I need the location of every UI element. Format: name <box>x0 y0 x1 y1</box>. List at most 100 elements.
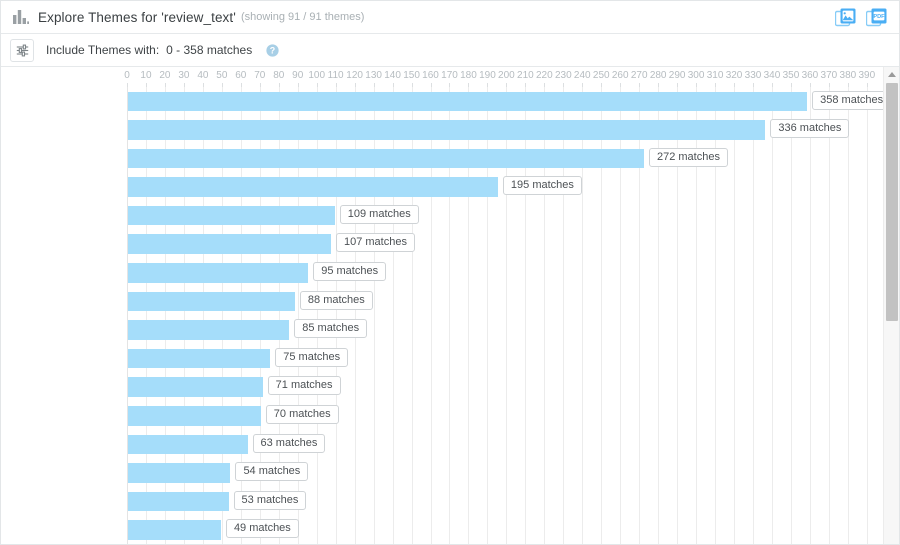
bar-value-label: 63 matches <box>252 433 326 453</box>
x-axis-tick-label: 200 <box>498 70 515 81</box>
bar[interactable] <box>128 434 248 455</box>
bar-row[interactable]: dirty facilities53 matches <box>1 487 885 516</box>
bar[interactable] <box>128 491 229 512</box>
x-axis-tick-label: 330 <box>744 70 762 81</box>
x-axis-tick-label: 350 <box>782 70 800 81</box>
bar-value-label: 85 matches <box>294 319 368 339</box>
x-axis-tick-label: 20 <box>159 70 171 81</box>
bar-value-label: 75 matches <box>275 347 349 367</box>
bar[interactable] <box>128 91 808 111</box>
bar-rows: excellent food358 matchesservice336 matc… <box>1 87 892 544</box>
svg-text:?: ? <box>270 45 275 55</box>
bar-row[interactable]: reliable service71 matches <box>1 373 885 402</box>
explore-themes-panel: Explore Themes for 'review_text' (showin… <box>0 0 900 545</box>
chart-area: 0 10 20 30 40 50 60 70 80 90 100 110 120 130 140 150 160… <box>1 67 899 544</box>
export-button-group: PDF <box>835 7 891 28</box>
bar-row[interactable]: casual decor49 matches <box>1 516 885 544</box>
x-axis: 0 10 20 30 40 50 60 70 80 90 100 110 120 130 140 150 160… <box>1 67 885 88</box>
bar[interactable] <box>128 177 498 197</box>
x-axis-tick-label: 260 <box>611 70 629 81</box>
scroll-thumb[interactable] <box>886 83 898 321</box>
bar-row[interactable]: service336 matches <box>1 116 885 145</box>
bar-row[interactable]: chips63 matches <box>1 430 885 459</box>
bar-value-label: 71 matches <box>267 376 341 396</box>
bar-value-label: 358 matches <box>812 90 892 110</box>
x-axis-tick-label: 220 <box>535 70 553 81</box>
x-axis-tick-label: 380 <box>839 70 857 81</box>
bar[interactable] <box>128 320 290 340</box>
bar-row[interactable]: good selection of wine70 matches <box>1 402 885 431</box>
x-axis-tick-label: 170 <box>441 70 458 81</box>
bar[interactable] <box>128 234 331 254</box>
bar-value-label: 95 matches <box>313 262 387 282</box>
x-axis-tick-label: 230 <box>554 70 572 81</box>
sliders-filter-glyph <box>16 44 28 56</box>
x-axis-tick-label: 280 <box>649 70 667 81</box>
bar[interactable] <box>128 348 271 369</box>
bar-row[interactable]: seating85 matches <box>1 316 885 345</box>
bar-row[interactable]: extensive menu88 matches <box>1 287 885 316</box>
help-question-icon[interactable]: ? <box>266 43 279 57</box>
x-axis-tick-label: 370 <box>820 70 838 81</box>
export-pdf-icon[interactable]: PDF <box>866 7 887 28</box>
filter-range-value[interactable]: 0 - 358 matches <box>166 43 252 57</box>
bar-row[interactable]: pleasure272 matches <box>1 144 885 173</box>
x-axis-tick-label: 0 <box>124 70 130 81</box>
bar-row[interactable]: clever combinations54 matches <box>1 459 885 488</box>
scroll-up-caret <box>887 71 896 77</box>
bar[interactable] <box>128 205 335 226</box>
x-axis-tick-label: 190 <box>479 70 496 81</box>
x-axis-tick-label: 310 <box>706 70 724 81</box>
bar[interactable] <box>128 120 766 140</box>
x-axis-tick-label: 340 <box>763 70 781 81</box>
page-title-subtitle: (showing 91 / 91 themes) <box>240 11 365 23</box>
bar[interactable] <box>128 263 309 283</box>
x-axis-tick-label: 30 <box>178 70 190 81</box>
bar[interactable] <box>128 520 221 540</box>
x-axis-tick-label: 90 <box>292 70 304 81</box>
bar[interactable] <box>128 406 261 426</box>
plot-area: excellent food358 matchesservice336 matc… <box>1 87 892 544</box>
x-axis-tick-label: 70 <box>254 70 266 81</box>
x-axis-tick-label: 10 <box>140 70 152 81</box>
bar-row[interactable]: atmosphere195 matches <box>1 173 885 202</box>
x-axis-tick-label: 100 <box>308 70 326 81</box>
bar-row[interactable]: inconsistent quality107 matches <box>1 230 885 259</box>
export-image-icon[interactable] <box>835 7 856 28</box>
x-axis-tick-label: 50 <box>216 70 228 81</box>
x-axis-tick-label: 390 <box>858 70 876 81</box>
bar-value-label: 336 matches <box>770 119 850 139</box>
bar-value-label: 49 matches <box>225 519 299 539</box>
bar[interactable] <box>128 377 263 397</box>
bar-value-label: 88 matches <box>299 290 373 310</box>
bar[interactable] <box>128 291 295 312</box>
bar[interactable] <box>128 148 644 169</box>
bar-row[interactable]: highly recommended95 matches <box>1 259 885 288</box>
vertical-scrollbar[interactable] <box>883 67 899 544</box>
bar-value-label: 195 matches <box>502 176 582 196</box>
bar-row[interactable]: fair pricing109 matches <box>1 201 885 230</box>
x-axis-tick-label: 270 <box>630 70 648 81</box>
x-axis-tick-label: 360 <box>801 70 819 81</box>
x-axis-tick-label: 290 <box>668 70 686 81</box>
bar-value-label: 54 matches <box>235 462 309 482</box>
x-axis-tick-label: 40 <box>197 70 209 81</box>
bar-value-label: 272 matches <box>648 147 728 167</box>
x-axis-tick-label: 240 <box>573 70 591 81</box>
page-title: Explore Themes for 'review_text' <box>38 9 236 25</box>
x-axis-tick-label: 130 <box>365 70 382 81</box>
sliders-filter-icon[interactable] <box>10 38 34 62</box>
bar-row[interactable]: fish75 matches <box>1 344 885 373</box>
x-axis-tick-label: 60 <box>235 70 247 81</box>
bar[interactable] <box>128 463 231 483</box>
x-axis-tick-label: 320 <box>725 70 743 81</box>
x-axis-tick-label: 140 <box>384 70 401 81</box>
filter-label: Include Themes with: <box>46 43 160 57</box>
x-axis-tick-label: 300 <box>687 70 705 81</box>
svg-text:PDF: PDF <box>873 14 885 20</box>
bar-chart-icon <box>13 10 29 24</box>
bar-value-label: 53 matches <box>233 490 307 510</box>
bar-row[interactable]: excellent food358 matches <box>1 87 892 116</box>
x-axis-tick-label: 150 <box>403 70 420 81</box>
scroll-up-arrow-icon[interactable] <box>884 67 899 81</box>
